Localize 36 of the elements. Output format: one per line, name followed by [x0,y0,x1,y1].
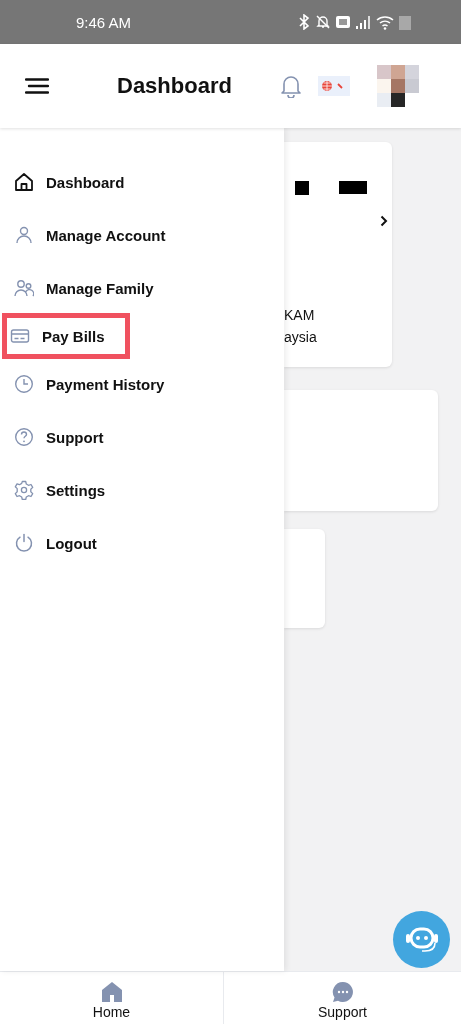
settings-icon [14,480,34,500]
bell-icon[interactable] [279,74,302,98]
card-text: aysia [284,328,318,347]
chatbot-button[interactable] [393,911,450,968]
home-icon [14,172,34,192]
chat-bubble-icon [331,980,354,1003]
drawer-item[interactable]: Support [0,421,124,453]
drawer-item[interactable]: Logout [0,527,117,559]
bluetooth-icon [298,14,310,30]
bottom-nav-tab[interactable]: Home [0,972,223,1024]
redaction-mark [339,181,367,194]
page-title: Dashboard [117,73,232,99]
account-card[interactable]: KAM aysia [284,142,392,367]
person-icon [14,225,34,245]
help-icon [14,427,34,447]
status-time: 9:46 AM [76,13,132,31]
drawer-item[interactable]: Dashboard [0,166,145,198]
drawer-item[interactable]: Manage Account [0,219,186,251]
home-icon [100,980,123,1003]
card-icon [10,326,30,346]
robot-headset-icon [404,925,439,954]
card-text: KAM [284,306,316,325]
clock-icon [14,374,34,394]
chevron-right-icon [380,215,388,227]
drawer-item[interactable]: Settings [0,474,126,506]
muted-bell-icon [315,14,331,30]
drawer-item[interactable]: Payment History [0,368,185,400]
bottom-nav-tab[interactable]: Support [223,972,461,1024]
power-icon [14,533,34,553]
wifi-icon [376,14,394,30]
signal-icon [355,15,371,29]
drawer-item[interactable]: Pay Bills [2,313,130,359]
people-icon [14,278,34,298]
redaction-mark [295,181,309,195]
drawer-item[interactable]: Manage Family [0,272,174,304]
menu-icon[interactable] [25,78,49,94]
